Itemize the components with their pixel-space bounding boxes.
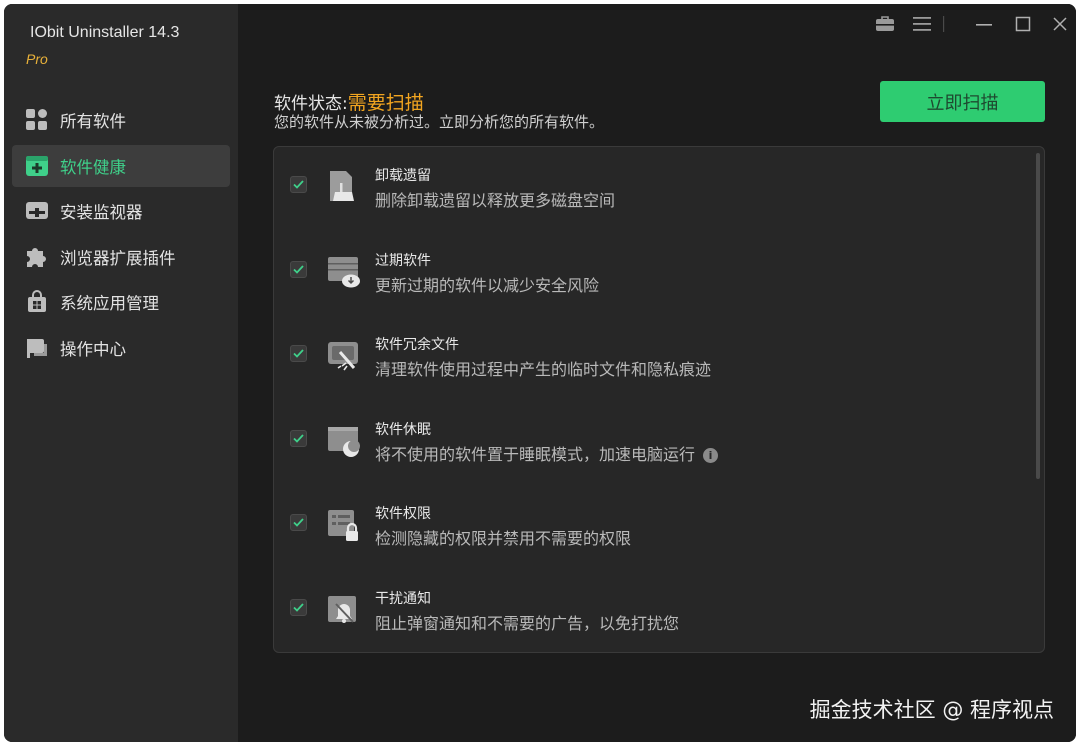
sidebar-item-label: 软件健康 — [60, 157, 126, 177]
checkbox[interactable] — [290, 345, 307, 363]
puzzle-icon — [25, 245, 49, 269]
checkbox[interactable] — [290, 176, 307, 193]
sidebar-item-label: 浏览器扩展插件 — [60, 248, 176, 268]
item-description: 将不使用的软件置于睡眠模式，加速电脑运行 i — [375, 441, 719, 465]
list-item: 软件权限 检测隐藏的权限并禁用不需要的权限 — [274, 485, 1024, 555]
watermark: 掘金技术社区 @ 程序视点 — [809, 698, 1054, 722]
status-description: 您的软件从未被分析过。立即分析您的所有软件。 — [274, 113, 605, 131]
checkbox[interactable] — [290, 514, 307, 532]
list-item: 过期软件 更新过期的软件以减少安全风险 — [274, 232, 1024, 302]
item-description: 阻止弹窗通知和不需要的广告，以免打扰您 — [375, 614, 680, 633]
checkbox[interactable] — [290, 260, 307, 278]
sidebar: IObit Uninstaller 14.3 Pro 所有软件 软件健康 安装监… — [4, 4, 238, 742]
item-title: 软件休眠 — [375, 421, 431, 438]
sidebar-item-label: 操作中心 — [60, 339, 126, 359]
cloud-update-icon — [326, 254, 362, 290]
list-item: 干扰通知 阻止弹窗通知和不需要的广告，以免打扰您 — [274, 570, 1024, 640]
titlebar-divider — [938, 12, 950, 36]
sidebar-item-install-monitor[interactable]: 安装监视器 — [12, 190, 230, 232]
minimize-icon[interactable] — [972, 12, 996, 36]
app-edition: Pro — [26, 51, 48, 67]
maximize-icon[interactable] — [1011, 12, 1035, 36]
item-description: 删除卸载遗留以释放更多磁盘空间 — [375, 191, 616, 210]
item-description-text: 将不使用的软件置于睡眠模式，加速电脑运行 — [375, 444, 696, 464]
app-window: IObit Uninstaller 14.3 Pro 所有软件 软件健康 安装监… — [4, 4, 1076, 742]
list-item: 软件休眠 将不使用的软件置于睡眠模式，加速电脑运行 i — [274, 401, 1024, 471]
clean-brush-icon — [326, 338, 362, 374]
app-title: IObit Uninstaller 14.3 — [30, 24, 180, 41]
scan-now-button[interactable]: 立即扫描 — [880, 81, 1045, 122]
item-title: 过期软件 — [375, 252, 431, 269]
menu-icon[interactable] — [910, 12, 934, 36]
checkbox[interactable] — [290, 429, 307, 447]
sidebar-item-software-health[interactable]: 软件健康 — [12, 144, 230, 187]
item-title: 软件冗余文件 — [375, 337, 459, 354]
close-icon[interactable] — [1048, 12, 1072, 36]
store-bag-icon — [25, 290, 49, 314]
list-item: 卸载遗留 删除卸载遗留以释放更多磁盘空间 — [274, 147, 1024, 217]
broom-file-icon — [326, 169, 362, 205]
monitor-icon — [25, 199, 49, 223]
permission-lock-icon — [326, 507, 362, 543]
sidebar-item-all-software[interactable]: 所有软件 — [12, 99, 230, 141]
sidebar-item-browser-extensions[interactable]: 浏览器扩展插件 — [12, 236, 230, 278]
item-description: 清理软件使用过程中产生的临时文件和隐私痕迹 — [375, 360, 712, 380]
sleep-moon-icon — [326, 423, 362, 459]
sidebar-item-action-center[interactable]: 操作中心 — [12, 327, 230, 369]
item-title: 软件权限 — [375, 506, 431, 523]
checkbox[interactable] — [290, 599, 307, 616]
scrollbar[interactable] — [1036, 153, 1040, 479]
sidebar-item-label: 安装监视器 — [60, 203, 143, 223]
sidebar-nav: 所有软件 软件健康 安装监视器 浏览器扩展插件 系统应用管理 操作中心 — [12, 99, 230, 373]
sidebar-item-label: 所有软件 — [60, 112, 126, 131]
bell-off-icon — [326, 592, 362, 628]
sidebar-item-system-apps[interactable]: 系统应用管理 — [12, 281, 230, 323]
grid-icon — [25, 108, 49, 132]
main-content: 软件状态:需要扫描 您的软件从未被分析过。立即分析您的所有软件。 立即扫描 卸载… — [238, 4, 1076, 742]
item-title: 干扰通知 — [375, 591, 431, 607]
item-title: 卸载遗留 — [375, 168, 431, 184]
item-description: 更新过期的软件以减少安全风险 — [375, 275, 600, 295]
item-description: 检测隐藏的权限并禁用不需要的权限 — [375, 529, 632, 549]
health-plus-icon — [25, 154, 49, 178]
flag-icon — [25, 336, 49, 360]
sidebar-item-label: 系统应用管理 — [60, 294, 159, 314]
toolbox-icon[interactable] — [873, 12, 897, 36]
list-item: 软件冗余文件 清理软件使用过程中产生的临时文件和隐私痕迹 — [274, 316, 1024, 386]
info-icon[interactable]: i — [703, 447, 719, 463]
health-items-panel: 卸载遗留 删除卸载遗留以释放更多磁盘空间 过期软件 更新过期的软件以减少安全风险… — [273, 146, 1045, 653]
